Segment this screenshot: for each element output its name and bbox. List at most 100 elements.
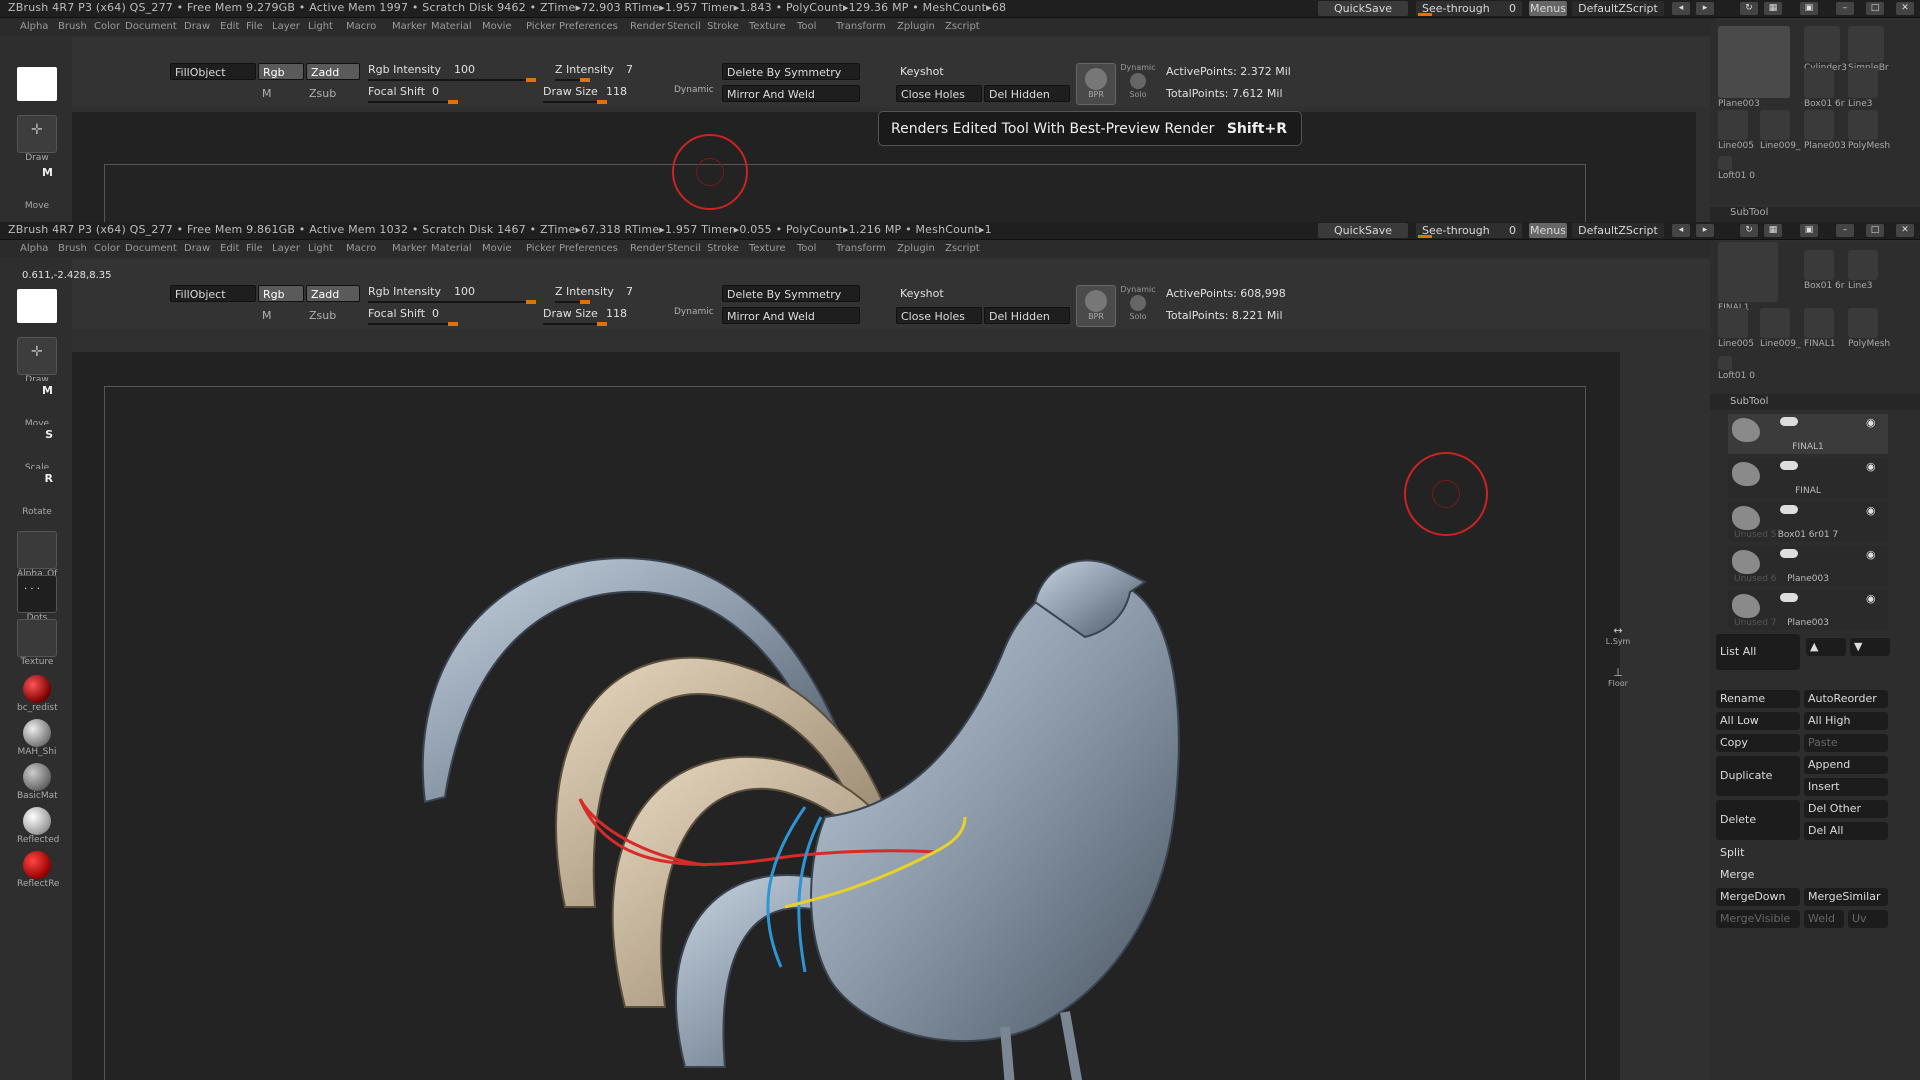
merge-section[interactable]: Merge [1716,866,1888,884]
duplicate-button[interactable]: Duplicate [1716,756,1800,796]
close-icon[interactable]: ✕ [1896,224,1914,237]
z-intensity-slider[interactable] [555,300,590,304]
draw-button[interactable]: ✛ Draw [17,337,57,385]
visibility-eye-icon[interactable]: ◉ [1866,548,1876,561]
insert-button[interactable]: Insert [1804,778,1888,796]
move-down-icon[interactable]: ▼ [1850,638,1890,656]
palette-icon[interactable]: ▦ [1764,224,1782,237]
menu-edit[interactable]: Edit [220,243,239,254]
menu-preferences[interactable]: Preferences [559,243,618,254]
layout-next-icon[interactable]: ▸ [1696,224,1714,237]
rgb-button[interactable]: Rgb [258,285,304,302]
menu-stencil[interactable]: Stencil [667,21,701,32]
delete-by-symmetry-button[interactable]: Delete By Symmetry [722,285,860,302]
tool-thumbnail[interactable] [1718,156,1732,170]
tool-thumbnail[interactable] [1848,250,1878,280]
menu-light[interactable]: Light [308,243,333,254]
del-hidden-button[interactable]: Del Hidden [984,307,1070,324]
menu-marker[interactable]: Marker [392,243,427,254]
tool-thumbnail[interactable] [1718,110,1748,140]
bpr-button[interactable]: BPR [1076,63,1116,105]
material-2[interactable]: MAH_Shi [17,719,57,757]
menu-stroke[interactable]: Stroke [707,21,739,32]
visibility-eye-icon[interactable]: ◉ [1866,504,1876,517]
keyshot-label[interactable]: Keyshot [900,287,944,300]
minimize-icon[interactable]: – [1836,2,1854,15]
material-4[interactable]: Reflected [17,807,59,845]
draw-size-value[interactable]: 118 [606,85,627,98]
menu-layer[interactable]: Layer [272,243,300,254]
menu-transform[interactable]: Transform [836,21,886,32]
menu-edit[interactable]: Edit [220,21,239,32]
material-5[interactable]: ReflectRe [17,851,59,889]
tool-thumbnail[interactable] [1718,242,1778,302]
floor-button[interactable]: ⊥ Floor [1596,666,1640,696]
menu-tool[interactable]: Tool [797,21,816,32]
material-1[interactable]: bc_redist [17,675,58,713]
menus-button[interactable]: Menus [1529,1,1567,16]
uv-button[interactable]: Uv [1848,910,1888,928]
rgb-intensity-slider[interactable] [368,300,536,304]
mergedown-button[interactable]: MergeDown [1716,888,1800,906]
tool-thumbnail[interactable] [1804,110,1834,140]
zadd-button[interactable]: Zadd [306,63,360,80]
menu-draw[interactable]: Draw [184,243,210,254]
refresh-icon[interactable]: ↻ [1740,224,1758,237]
stroke-button[interactable]: · · · Dots [17,575,57,623]
move-button[interactable]: M Move [17,381,57,429]
material-3[interactable]: BasicMat [17,763,58,801]
menu-alpha[interactable]: Alpha [20,21,48,32]
seethrough-slider[interactable]: See-through 0 [1416,1,1522,16]
menu-document[interactable]: Document [125,21,177,32]
menu-file[interactable]: File [246,21,263,32]
menu-draw[interactable]: Draw [184,21,210,32]
menu-layer[interactable]: Layer [272,21,300,32]
visibility-eye-icon[interactable]: ◉ [1866,460,1876,473]
menu-zscript[interactable]: Zscript [945,243,980,254]
polypaint-toggle[interactable] [1780,417,1798,426]
tool-thumbnail[interactable] [1804,68,1834,98]
keyshot-label[interactable]: Keyshot [900,65,944,78]
move-button[interactable]: M Move [17,163,57,211]
menu-marker[interactable]: Marker [392,21,427,32]
maximize-icon[interactable]: □ [1866,224,1884,237]
del-all-button[interactable]: Del All [1804,822,1888,840]
menu-alpha[interactable]: Alpha [20,243,48,254]
draw-button[interactable]: ✛ Draw [17,115,57,163]
default-zscript-button[interactable]: DefaultZScript [1572,1,1664,16]
menu-stroke[interactable]: Stroke [707,243,739,254]
del-other-button[interactable]: Del Other [1804,800,1888,818]
paste-button[interactable]: Paste [1804,734,1888,752]
all-high-button[interactable]: All High [1804,712,1888,730]
tool-thumbnail[interactable] [1718,26,1790,98]
close-icon[interactable]: ✕ [1896,2,1914,15]
tool-thumbnail[interactable] [1760,110,1790,140]
autoreorder-button[interactable]: AutoReorder [1804,690,1888,708]
m-label[interactable]: M [262,87,272,100]
m-label[interactable]: M [262,309,272,322]
color-swatch[interactable] [17,289,57,323]
mergesimilar-button[interactable]: MergeSimilar [1804,888,1888,906]
tool-thumbnail[interactable] [1718,308,1748,338]
delete-by-symmetry-button[interactable]: Delete By Symmetry [722,63,860,80]
close-holes-button[interactable]: Close Holes [896,85,982,102]
copy-button[interactable]: Copy [1716,734,1800,752]
solo-button[interactable]: Dynamic Solo [1120,285,1156,325]
document-canvas[interactable] [104,164,1586,222]
alpha-button[interactable]: Alpha_Of [17,531,57,579]
focal-shift-slider[interactable] [368,100,458,104]
menu-color[interactable]: Color [94,243,120,254]
rgb-button[interactable]: Rgb [258,63,304,80]
menu-texture[interactable]: Texture [749,243,786,254]
draw-size-value[interactable]: 118 [606,307,627,320]
visibility-eye-icon[interactable]: ◉ [1866,416,1876,429]
menu-macro[interactable]: Macro [346,21,376,32]
del-hidden-button[interactable]: Del Hidden [984,85,1070,102]
menu-transform[interactable]: Transform [836,243,886,254]
refresh-icon[interactable]: ↻ [1740,2,1758,15]
subtool-header[interactable]: SubTool [1710,394,1920,410]
rgb-intensity-slider[interactable] [368,78,536,82]
tool-thumbnail[interactable] [1804,250,1834,280]
menu-preferences[interactable]: Preferences [559,21,618,32]
tool-thumbnail[interactable] [1848,308,1878,338]
